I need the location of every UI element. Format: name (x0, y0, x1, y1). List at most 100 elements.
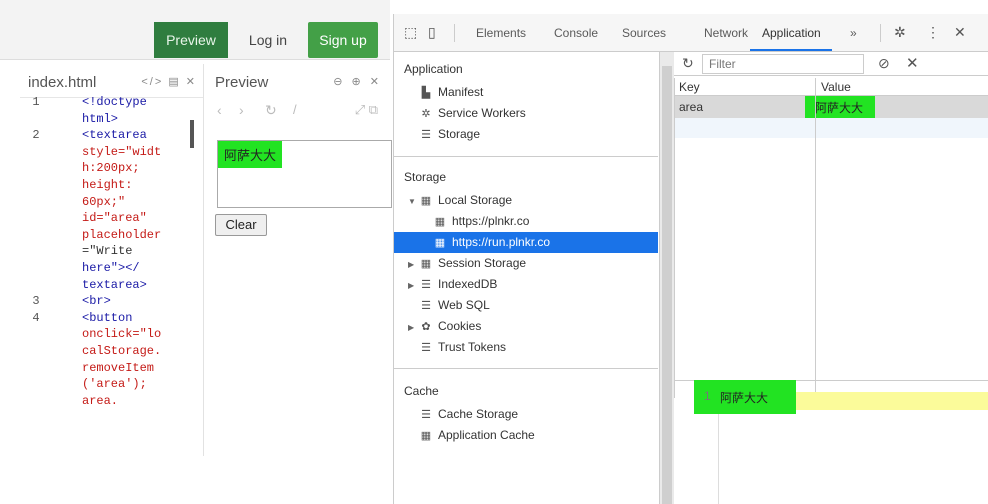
close-icon[interactable]: ✕ (954, 24, 966, 41)
sidebar-item-indexeddb[interactable]: ▶ ☰ IndexedDB (408, 274, 497, 295)
preview-url[interactable]: / (293, 102, 297, 117)
column-divider[interactable] (815, 78, 816, 398)
tab-application[interactable]: Application (762, 26, 821, 40)
sidebar-item-local-storage[interactable]: ▼ ▦ Local Storage (408, 190, 512, 211)
filter-toolbar: ↻ Filter ⊘ ✕ (674, 52, 988, 76)
expanded-arrow-icon: ▼ (408, 197, 416, 206)
detail-gutter (718, 414, 719, 504)
section-application: Application (404, 62, 463, 76)
line-code: 60px;" (82, 194, 126, 209)
sidebar-item-plnkr[interactable]: ▦ https://plnkr.co (432, 211, 530, 232)
document-icon: ▙ (421, 87, 431, 99)
gear-icon[interactable]: ✲ (894, 24, 906, 41)
tab-elements[interactable]: Elements (476, 26, 526, 40)
line-code: h:200px; (82, 161, 140, 176)
line-code: <button (82, 310, 133, 325)
code-line: 1 <!doctype (20, 94, 204, 110)
grid-icon: ▦ (434, 237, 446, 249)
line-code: <!doctype (82, 95, 147, 109)
code-line: 60px;" (20, 194, 204, 210)
back-icon[interactable]: ‹ (217, 102, 222, 118)
code-area[interactable]: 1 <!doctype html> 2 <textarea style="widt h:20… (20, 90, 204, 456)
section-divider (394, 368, 658, 369)
detail-line-number: 1 (704, 389, 711, 403)
reload-icon[interactable]: ↻ (265, 102, 277, 119)
clear-all-icon[interactable]: ⊘ (878, 55, 890, 72)
section-storage: Storage (404, 170, 447, 184)
sidebar-item-application-cache[interactable]: ▦ Application Cache (418, 425, 535, 446)
line-code: height: (82, 178, 133, 192)
column-value[interactable]: Value (821, 80, 851, 94)
grid-icon: ▦ (420, 195, 432, 207)
line-number: 1 (32, 95, 40, 109)
sidebar-scrollbar[interactable] (660, 52, 674, 504)
preview-pane: Preview ⊖ ⊕ ✕ ‹ › ↻ / ⤢ ⧉ 阿萨大大 Clear (205, 64, 392, 456)
code-editor-pane: index.html </> ▤ ✕ 1 <!doctype html> 2 <text… (20, 64, 204, 456)
code-line: calStorage. (20, 343, 204, 359)
grid-icon: ▦ (434, 216, 446, 228)
line-number: 2 (32, 128, 40, 143)
sidebar-item-cookies[interactable]: ▶ ✿ Cookies (408, 316, 481, 337)
filter-input[interactable]: Filter (702, 54, 864, 74)
login-button[interactable]: Log in (236, 22, 300, 58)
preview-title: Preview (215, 74, 269, 91)
editor-filename: index.html (28, 74, 97, 91)
column-key[interactable]: Key (679, 80, 700, 94)
line-code: calStorage. (82, 344, 162, 358)
database-icon: ☰ (421, 342, 431, 354)
table-row[interactable]: area 阿萨大大 (675, 96, 988, 122)
forward-icon[interactable]: › (239, 102, 244, 118)
sidebar-item-cache-storage[interactable]: ☰ Cache Storage (418, 404, 518, 425)
tab-divider (880, 24, 881, 42)
sidebar-item-web-sql[interactable]: ☰ Web SQL (418, 295, 490, 316)
sidebar-item-session-storage[interactable]: ▶ ▦ Session Storage (408, 253, 526, 274)
sidebar-item-service-workers[interactable]: ✲ Service Workers (418, 103, 525, 124)
database-icon: ☰ (421, 129, 431, 141)
code-line: textarea> (20, 277, 204, 293)
sidebar-item-storage[interactable]: ☰ Storage (418, 124, 480, 145)
plunker-topbar: Preview Log in Sign up (0, 0, 390, 60)
line-code: <textarea (82, 128, 147, 143)
collapsed-arrow-icon: ▶ (408, 281, 415, 290)
refresh-icon[interactable]: ↻ (682, 55, 694, 72)
section-cache: Cache (404, 384, 439, 398)
sidebar-item-manifest[interactable]: ▙ Manifest (418, 82, 484, 103)
grid-icon: ▦ (420, 258, 432, 270)
signup-button[interactable]: Sign up (308, 22, 378, 58)
tab-network[interactable]: Network (704, 26, 748, 40)
sidebar-item-trust-tokens[interactable]: ☰ Trust Tokens (418, 337, 506, 358)
line-number: 3 (32, 294, 40, 309)
scrollbar-thumb[interactable] (662, 66, 672, 504)
preview-button[interactable]: Preview (154, 22, 228, 58)
sidebar-item-run-plnkr[interactable]: ▦ https://run.plnkr.co (394, 232, 658, 253)
code-line: here"></ (20, 260, 204, 276)
preview-header: Preview ⊖ ⊕ ✕ (205, 64, 390, 98)
code-line: 3 <br> (20, 293, 204, 309)
device-toolbar-icon[interactable]: ▯ (428, 24, 436, 41)
line-code: id="area" (82, 211, 147, 226)
storage-table: Key Value area 阿萨大大 (674, 78, 988, 398)
more-tabs-icon[interactable]: » (850, 26, 857, 40)
kebab-menu-icon[interactable]: ⋮ (926, 24, 940, 41)
zoom-close-icons[interactable]: ⊖ ⊕ ✕ (333, 75, 382, 88)
line-code: onclick="lo (82, 327, 162, 342)
preview-textarea[interactable]: 阿萨大大 (217, 140, 392, 208)
tab-console[interactable]: Console (554, 26, 598, 40)
table-header: Key Value (675, 78, 988, 96)
delete-selected-icon[interactable]: ✕ (906, 54, 919, 72)
clear-button[interactable]: Clear (215, 214, 267, 236)
code-line: html> (20, 111, 204, 127)
preview-nav-bar: ‹ › ↻ / ⤢ ⧉ (205, 98, 390, 124)
tab-sources[interactable]: Sources (622, 26, 666, 40)
inspect-element-icon[interactable]: ⬚ (404, 24, 417, 41)
fullscreen-icon[interactable]: ⤢ ⧉ (355, 102, 378, 118)
line-code: area. (82, 393, 119, 408)
table-row-empty[interactable] (675, 118, 988, 138)
devtools-tabbar: ⬚ ▯ Elements Console Sources Network App… (394, 14, 988, 52)
editor-tools-icons[interactable]: </> ▤ ✕ (141, 75, 197, 88)
database-icon: ☰ (421, 279, 431, 291)
code-line: height: (20, 177, 204, 193)
tab-divider (454, 24, 455, 42)
active-tab-indicator (750, 49, 832, 51)
code-line: ="Write (20, 243, 204, 259)
